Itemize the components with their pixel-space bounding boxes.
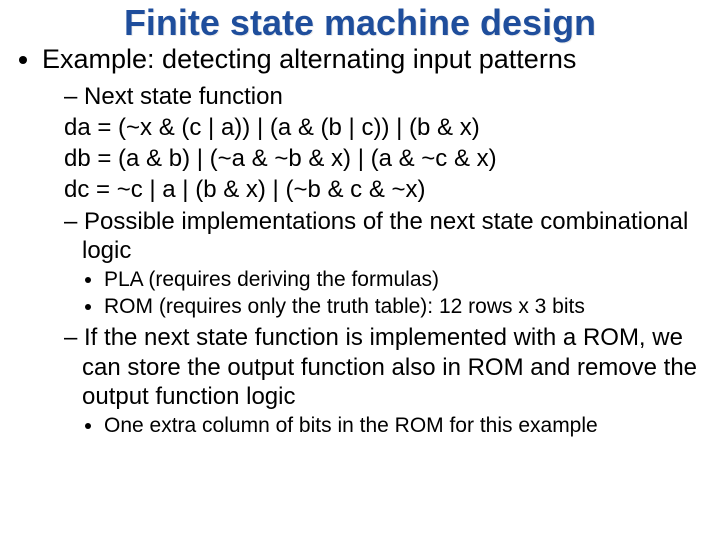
sub-possible-impl: Possible implementations of the next sta… [64, 207, 700, 266]
equation-da: da = (~x & (c | a)) | (a & (b | c)) | (b… [64, 113, 700, 142]
slide-title: Finite state machine design [20, 4, 700, 42]
bullet-example: Example: detecting alternating input pat… [42, 44, 700, 439]
slide: Finite state machine design Example: det… [0, 0, 720, 540]
bullet-list-level1: Example: detecting alternating input pat… [20, 44, 700, 439]
rom-extra-column: One extra column of bits in the ROM for … [104, 413, 700, 439]
sublist-level2: Next state function da = (~x & (c | a)) … [42, 82, 700, 439]
sub-next-state-fn: Next state function [64, 82, 700, 111]
rom-note-list: One extra column of bits in the ROM for … [64, 413, 700, 439]
equation-db: db = (a & b) | (~a & ~b & x) | (a & ~c &… [64, 144, 700, 173]
sub-rom-note: If the next state function is implemente… [64, 323, 700, 411]
equation-dc: dc = ~c | a | (b & x) | (~b & c & ~x) [64, 175, 700, 204]
bullet-example-text: Example: detecting alternating input pat… [42, 44, 576, 74]
impl-rom: ROM (requires only the truth table): 12 … [104, 294, 700, 320]
impl-list: PLA (requires deriving the formulas) ROM… [64, 267, 700, 319]
impl-pla: PLA (requires deriving the formulas) [104, 267, 700, 293]
